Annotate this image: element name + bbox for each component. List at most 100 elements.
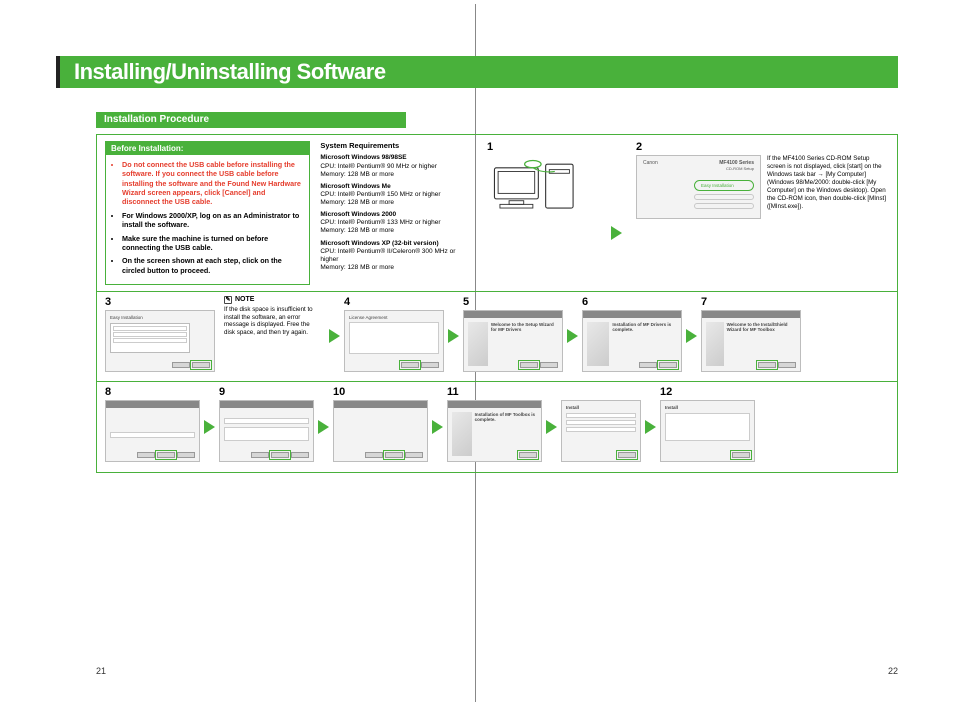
sysreq-cpu: CPU: Intel® Pentium® 133 MHz or higher [320, 219, 440, 226]
arrow-icon [686, 329, 697, 343]
window-title: Easy Installation [110, 315, 210, 320]
exit-button-highlight [659, 362, 677, 368]
before-body: Do not connect the USB cable before inst… [106, 155, 309, 284]
step-1: 1 [487, 141, 597, 285]
arrow-icon [204, 420, 215, 434]
sysreq-cpu: CPU: Intel® Pentium® 90 MHz or higher [320, 163, 437, 170]
easy-install-button-highlight: Easy Installation [694, 180, 754, 191]
note-icon: ✎ [224, 296, 232, 304]
step-number: 9 [219, 386, 314, 398]
before-bullet: On the screen shown at each step, click … [122, 256, 303, 275]
next-button-highlight [157, 452, 175, 458]
step-number: 11 [447, 386, 542, 398]
sysreq-title: System Requirements [320, 141, 467, 150]
installer-window: Welcome to the Setup Wizard for MF Drive… [463, 310, 563, 372]
step-number: 6 [582, 296, 682, 308]
step-12: 12 Install [660, 386, 755, 462]
step-2: 2 Canon MF4100 Series CD-ROM Setup Easy … [636, 141, 889, 285]
step-number: 2 [636, 141, 889, 153]
step-number: 3 [105, 296, 220, 308]
sysreq-os: Microsoft Windows Me [320, 183, 467, 191]
before-installation-box: Before Installation: Do not connect the … [105, 141, 310, 285]
page-number-left: 21 [96, 666, 106, 676]
installer-window: Easy Installation [105, 310, 215, 372]
arrow-icon [329, 329, 340, 343]
window-title: Welcome to the Setup Wizard for MF Drive… [491, 322, 554, 332]
step-5: 5 Welcome to the Setup Wizard for MF Dri… [463, 296, 563, 372]
sysreq-mem: Memory: 128 MB or more [320, 227, 394, 234]
step-number: 1 [487, 141, 597, 153]
step-number: 10 [333, 386, 428, 398]
window-title: Install [665, 405, 678, 410]
sysreq-os: Microsoft Windows XP (32-bit version) [320, 240, 467, 248]
arrow-icon [318, 420, 329, 434]
installer-window: Installation of MF Toolbox is complete. [447, 400, 542, 462]
installer-window: Installation of MF Drivers is complete. [582, 310, 682, 372]
step-8: 8 [105, 386, 200, 462]
sysreq-row: Microsoft Windows 2000 CPU: Intel® Penti… [320, 211, 467, 235]
arrow-icon [448, 329, 459, 343]
step-number: 12 [660, 386, 755, 398]
installer-window: Welcome to the InstallShield Wizard for … [701, 310, 801, 372]
before-bullet: For Windows 2000/XP, log on as an Admini… [122, 211, 303, 230]
cdrom-help-text: If the MF4100 Series CD-ROM Setup screen… [767, 155, 889, 211]
sysreq-mem: Memory: 128 MB or more [320, 171, 394, 178]
installer-window: Install [561, 400, 641, 462]
sysreq-cpu: CPU: Intel® Pentium® II/Celeron® 300 MHz… [320, 248, 455, 263]
window-title: Installation of MF Toolbox is complete. [475, 412, 535, 422]
arrow-icon [546, 420, 557, 434]
next-button-highlight [385, 452, 403, 458]
row-steps-8-12: 8 9 10 [97, 382, 897, 472]
arrow-icon [645, 420, 656, 434]
window-title: Installation of MF Drivers is complete. [612, 322, 671, 332]
step-10: 10 [333, 386, 428, 462]
step-number: 8 [105, 386, 200, 398]
sysreq-os: Microsoft Windows 98/98SE [320, 154, 467, 162]
installer-window [333, 400, 428, 462]
step-number: 5 [463, 296, 563, 308]
computer-cdrom-illustration [487, 155, 597, 219]
before-head: Before Installation: [106, 142, 309, 155]
yes-button-highlight [401, 362, 419, 368]
sysreq-mem: Memory: 128 MB or more [320, 199, 394, 206]
sysreq-row: Microsoft Windows Me CPU: Intel® Pentium… [320, 183, 467, 207]
installer-window [105, 400, 200, 462]
product-sub: CD-ROM Setup [726, 166, 754, 171]
step-number: 4 [344, 296, 444, 308]
page-number-right: 22 [888, 666, 898, 676]
title-bar: Installing/Uninstalling Software [56, 56, 898, 88]
sysreq-row: Microsoft Windows 98/98SE CPU: Intel® Pe… [320, 154, 467, 178]
note-body: If the disk space is insufficient to ins… [224, 306, 321, 337]
before-bullet: Make sure the machine is turned on befor… [122, 234, 303, 253]
brand-label: Canon [643, 160, 658, 172]
window-title: Install [566, 405, 579, 410]
next-button-highlight [618, 452, 636, 458]
install-button-highlight [192, 362, 210, 368]
step-11b: . Install [561, 386, 641, 462]
note-label: NOTE [235, 296, 254, 303]
setup-screen: Canon MF4100 Series CD-ROM Setup Easy In… [636, 155, 761, 219]
step-number: 7 [701, 296, 801, 308]
installer-window [219, 400, 314, 462]
procedure-frame: Before Installation: Do not connect the … [96, 134, 898, 473]
arrow-icon [432, 420, 443, 434]
arrow-icon [611, 226, 622, 240]
note-box: ✎NOTE If the disk space is insufficient … [220, 296, 325, 337]
before-bullet-warn: Do not connect the USB cable before inst… [122, 160, 303, 207]
step-3: 3 Easy Installation [105, 296, 220, 372]
finish-button-highlight [519, 452, 537, 458]
window-title: Welcome to the InstallShield Wizard for … [727, 322, 788, 332]
installer-window: License Agreement [344, 310, 444, 372]
sysreq-cpu: CPU: Intel® Pentium® 150 MHz or higher [320, 191, 440, 198]
next-button-highlight [271, 452, 289, 458]
step-6: 6 Installation of MF Drivers is complete… [582, 296, 682, 372]
step-9: 9 [219, 386, 314, 462]
row-top: Before Installation: Do not connect the … [97, 135, 897, 292]
installer-window: Install [660, 400, 755, 462]
system-requirements: System Requirements Microsoft Windows 98… [320, 141, 467, 285]
exit-button-highlight [732, 452, 750, 458]
step-7: 7 Welcome to the InstallShield Wizard fo… [701, 296, 801, 372]
sysreq-row: Microsoft Windows XP (32-bit version) CP… [320, 240, 467, 273]
step-11: 11 Installation of MF Toolbox is complet… [447, 386, 542, 462]
window-title: License Agreement [349, 315, 439, 320]
